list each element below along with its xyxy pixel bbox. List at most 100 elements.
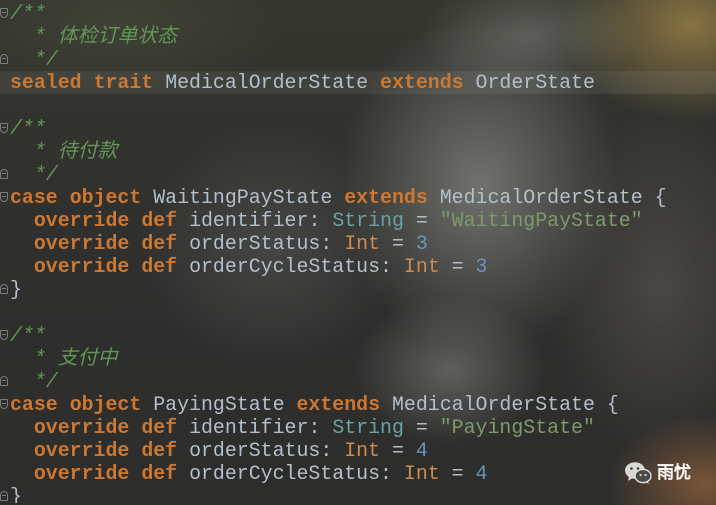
keyword-token: case (10, 186, 58, 209)
code-line[interactable]: case object PayingState extends MedicalO… (0, 393, 716, 416)
doc-token: */ (10, 48, 58, 71)
code-line[interactable]: * 待付款 (0, 140, 716, 163)
ident-token: identifier (189, 209, 309, 232)
type-alias-token: String (332, 416, 404, 439)
plain-token: : (320, 439, 345, 462)
keyword-token: def (141, 416, 178, 439)
ident-token: identifier (189, 416, 309, 439)
watermark-text: 雨忧 (657, 463, 691, 483)
fold-start-icon[interactable] (0, 330, 8, 340)
keyword-token: extends (344, 186, 428, 209)
code-line[interactable]: override def identifier: String = "Waiti… (0, 209, 716, 232)
type-alias-token: String (332, 209, 404, 232)
code-line[interactable]: */ (0, 48, 716, 71)
fold-end-icon[interactable] (0, 376, 8, 386)
code-line[interactable]: * 支付中 (0, 347, 716, 370)
code-line[interactable]: override def identifier: String = "Payin… (0, 416, 716, 439)
class-token: Int (403, 462, 440, 485)
class-token: Int (344, 439, 381, 462)
keyword-token: case (10, 393, 58, 416)
plain-token: : (380, 462, 404, 485)
plain-token: = (439, 255, 476, 278)
keyword-token: override (33, 255, 130, 278)
code-line[interactable]: * 体检订单状态 (0, 25, 716, 48)
code-line[interactable]: */ (0, 370, 716, 393)
doc-token: /** (10, 117, 46, 140)
fold-start-icon[interactable] (0, 192, 8, 202)
plain-token: : (308, 209, 333, 232)
keyword-token: override (33, 416, 130, 439)
plain-token: } (10, 485, 22, 503)
fold-end-icon[interactable] (0, 169, 8, 179)
number-token: 4 (475, 462, 488, 485)
doc-token: * 体检订单状态 (10, 25, 178, 48)
fold-end-icon[interactable] (0, 54, 8, 64)
doc-token: * 支付中 (10, 347, 118, 370)
fold-start-icon[interactable] (0, 123, 8, 133)
doc-token: * 待付款 (10, 140, 118, 163)
plain-token: } (10, 278, 22, 301)
keyword-token: override (33, 439, 130, 462)
code-line[interactable]: case object WaitingPayState extends Medi… (0, 186, 716, 209)
keyword-token: object (69, 393, 142, 416)
fold-end-icon[interactable] (0, 284, 8, 294)
code-line[interactable]: } (0, 485, 716, 503)
ident-token: orderCycleStatus (189, 462, 381, 485)
fold-start-icon[interactable] (0, 399, 8, 409)
fold-end-icon[interactable] (0, 491, 8, 501)
code-line[interactable]: /** (0, 324, 716, 347)
fold-start-icon[interactable] (0, 8, 8, 18)
plain-token: { (642, 186, 667, 209)
number-token: 4 (415, 439, 428, 462)
keyword-token: sealed (10, 71, 82, 94)
ident-token: orderStatus (189, 232, 321, 255)
code-line[interactable]: */ (0, 163, 716, 186)
keyword-token: override (33, 232, 130, 255)
class-token: Int (403, 255, 440, 278)
ident-token: MedicalOrderState (165, 71, 369, 94)
code-line[interactable] (0, 301, 716, 324)
watermark: 雨忧 (624, 459, 691, 487)
doc-token: */ (10, 370, 58, 393)
class-token: Int (344, 232, 381, 255)
code-line[interactable] (0, 94, 716, 117)
code-line[interactable]: } (0, 278, 716, 301)
plain-token: : (308, 416, 333, 439)
wechat-icon (625, 462, 652, 484)
code-editor[interactable]: /** * 体检订单状态 */sealed trait MedicalOrder… (0, 2, 716, 503)
keyword-token: extends (380, 71, 464, 94)
plain-token: = (403, 209, 440, 232)
number-token: 3 (475, 255, 488, 278)
code-line[interactable]: sealed trait MedicalOrderState extends O… (0, 71, 716, 94)
code-line[interactable]: /** (0, 2, 716, 25)
code-line[interactable]: override def orderStatus: Int = 3 (0, 232, 716, 255)
ident-token: orderCycleStatus (189, 255, 381, 278)
plain-token: = (380, 232, 416, 255)
string-token: "WaitingPayState" (439, 209, 643, 232)
keyword-token: def (141, 255, 178, 278)
code-line[interactable]: override def orderStatus: Int = 4 (0, 439, 716, 462)
plain-token: : (320, 232, 345, 255)
code-line[interactable]: override def orderCycleStatus: Int = 4 (0, 462, 716, 485)
code-line[interactable]: /** (0, 117, 716, 140)
keyword-token: def (141, 462, 178, 485)
doc-token: /** (10, 2, 46, 25)
code-line[interactable]: override def orderCycleStatus: Int = 3 (0, 255, 716, 278)
